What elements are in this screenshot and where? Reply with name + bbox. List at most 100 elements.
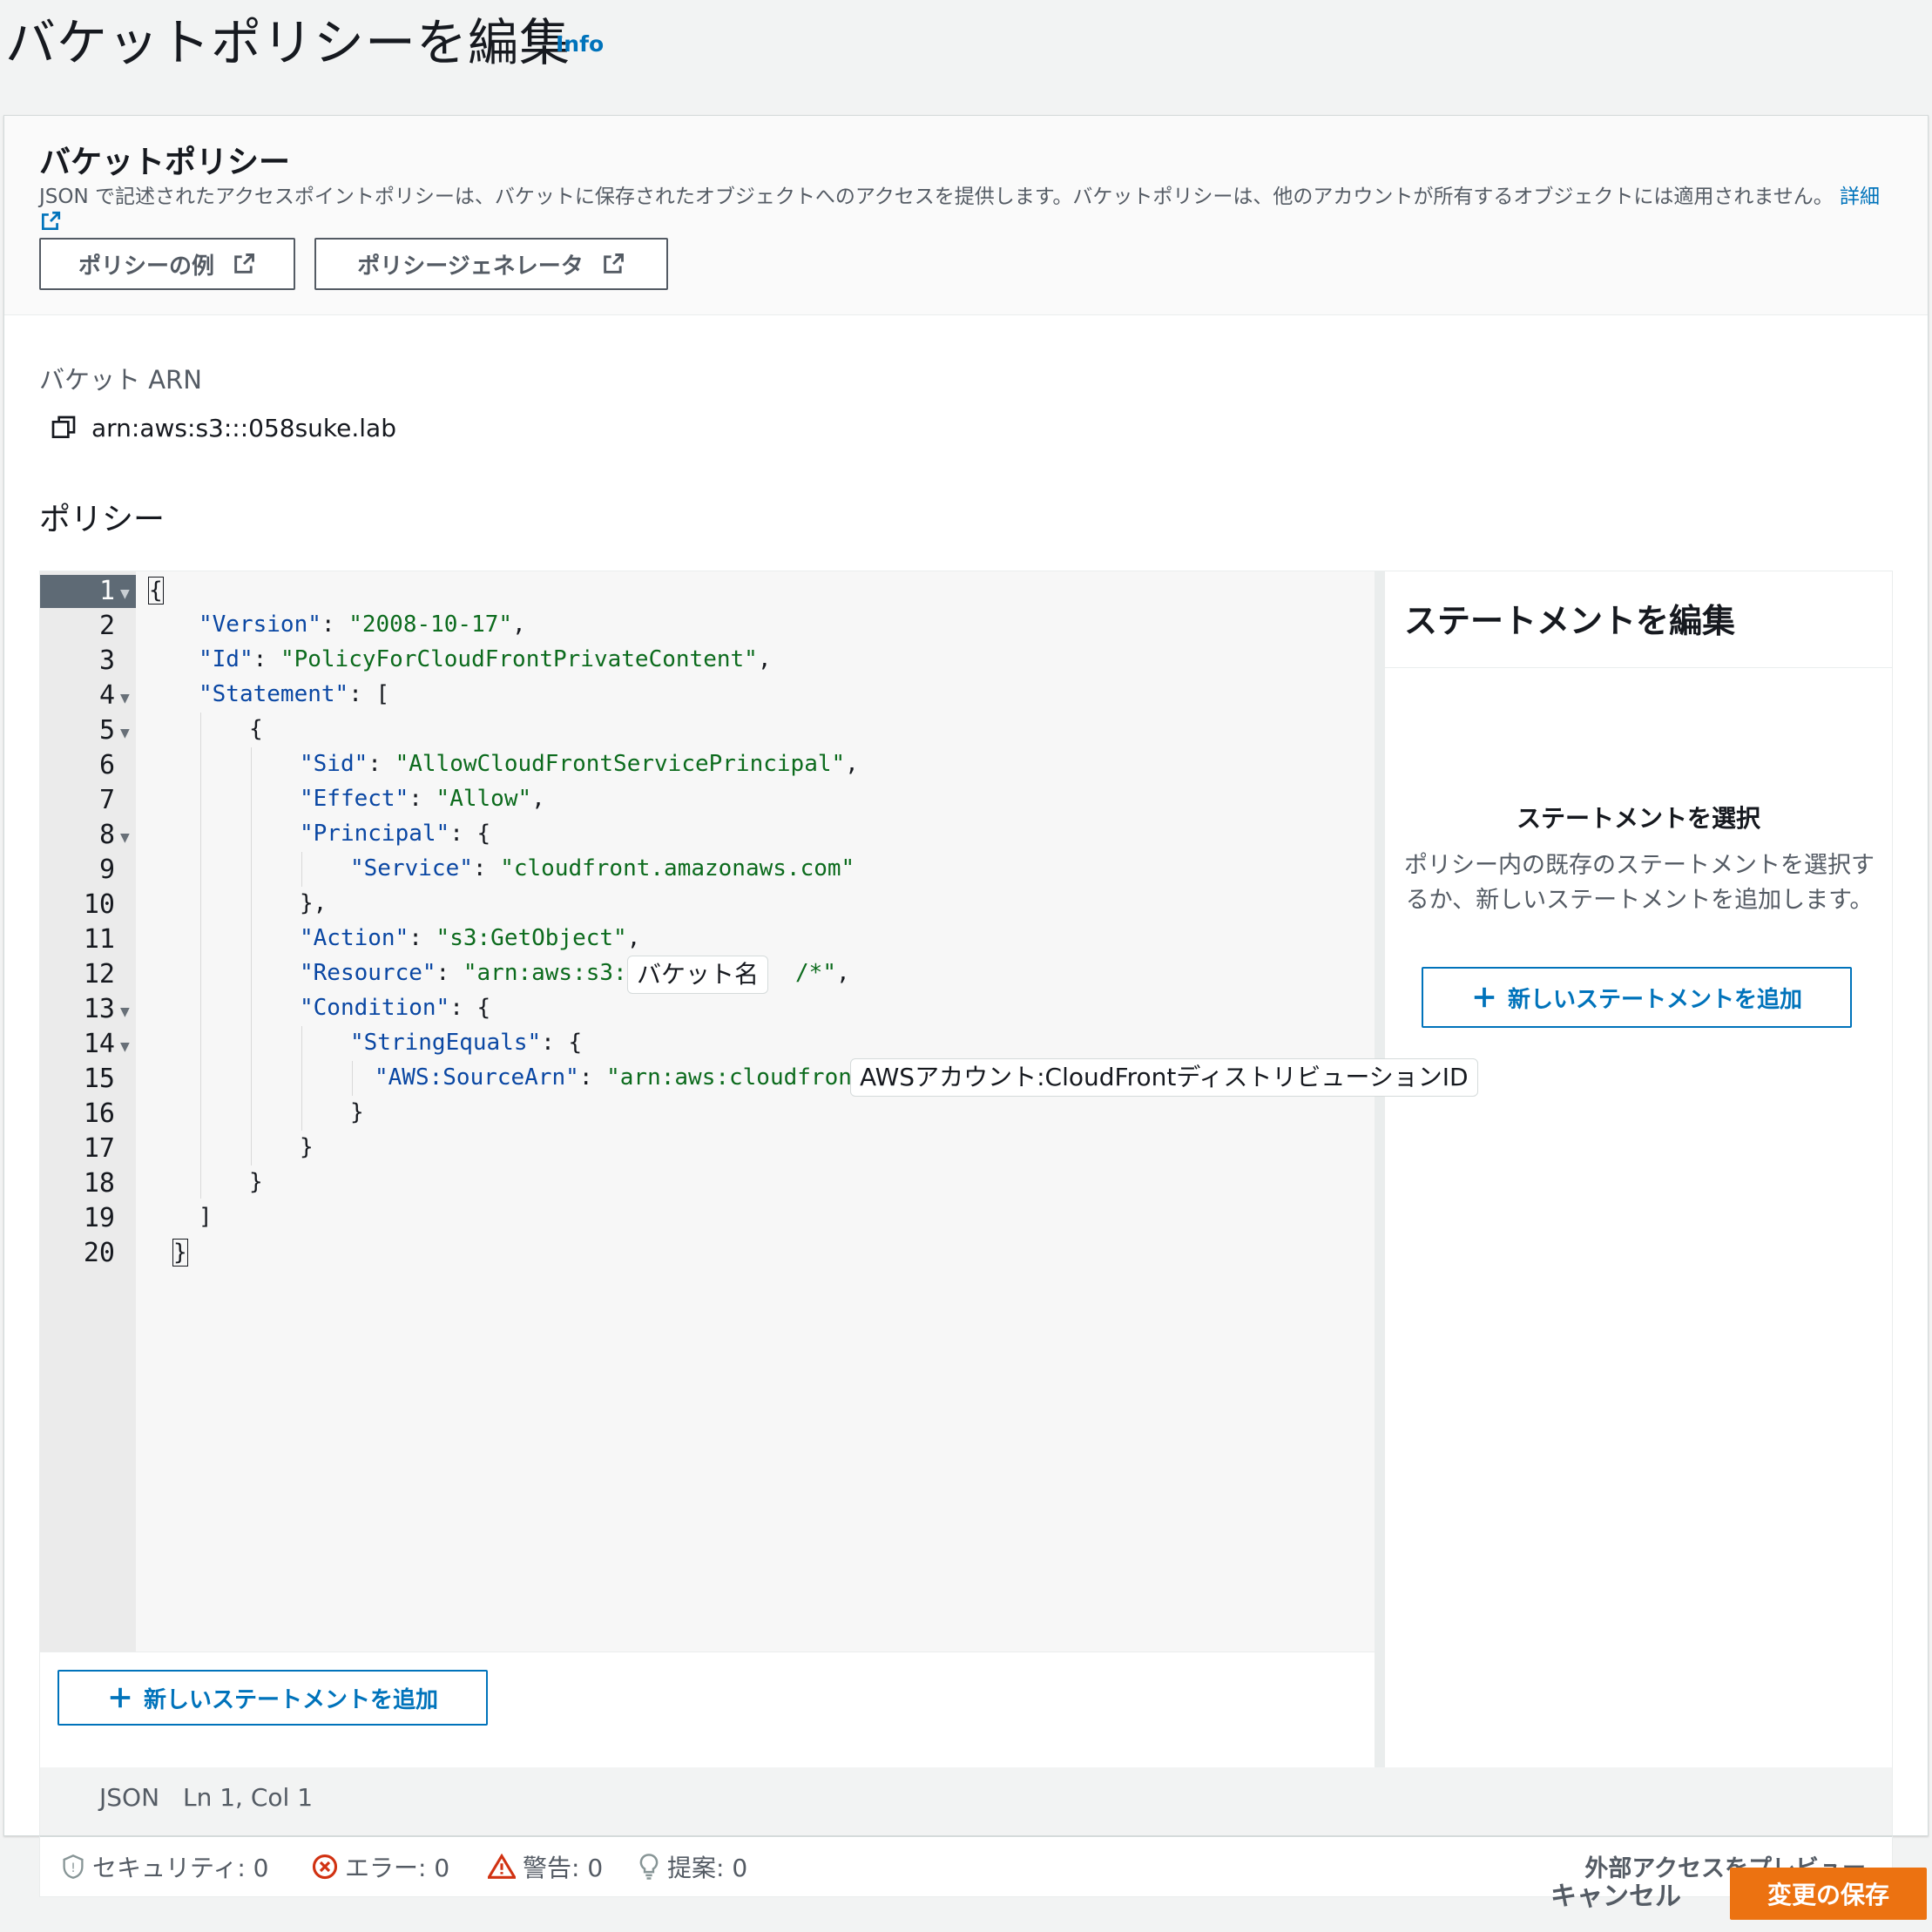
plus-icon (110, 1687, 131, 1708)
code-line: "Effect": "Allow", (300, 786, 545, 812)
json-value: "2008-10-17" (348, 611, 513, 638)
line-number: 5 (98, 715, 115, 746)
fold-arrow-icon[interactable]: ▼ (120, 1005, 130, 1019)
json-key: "Action" (300, 925, 409, 951)
side-add-statement-button[interactable]: 新しいステートメントを追加 (1422, 967, 1852, 1028)
json-key: "Sid" (300, 751, 368, 777)
policy-label: ポリシー (39, 502, 166, 537)
code-line: } (249, 1169, 263, 1195)
security-label: セキュリティ: 0 (92, 1854, 269, 1882)
divider (1385, 667, 1892, 668)
lightbulb-icon (639, 1854, 659, 1880)
json-value: /*" (795, 960, 836, 986)
policy-examples-label: ポリシーの例 (78, 253, 214, 280)
json-value: "arn:aws:s3::: (463, 960, 655, 986)
line-number: 11 (83, 924, 115, 955)
policy-generator-label: ポリシージェネレータ (357, 253, 584, 280)
security-findings[interactable]: ! セキュリティ: 0 (61, 1849, 268, 1884)
fold-arrow-icon[interactable]: ▼ (120, 1040, 130, 1054)
svg-text:!: ! (71, 1861, 76, 1875)
editor-status-bar: JSON Ln 1, Col 1 (39, 1767, 1893, 1835)
line-number: 16 (83, 1098, 115, 1129)
json-value: "AllowCloudFrontServicePrincipal" (395, 751, 846, 777)
line-number: 18 (83, 1168, 115, 1199)
page-title: バケットポリシーを編集 (5, 13, 571, 72)
json-key: "AWS:SourceArn" (375, 1064, 579, 1091)
line-number: 14 (83, 1029, 115, 1059)
error-label: エラー: 0 (345, 1854, 450, 1882)
warning-label: 警告: 0 (523, 1854, 604, 1882)
policy-editor: 1 2 3 4 5 6 7 8 9 10 11 12 13 14 15 16 1… (39, 571, 1893, 1781)
json-key: "StringEquals" (350, 1030, 542, 1056)
json-key: "Condition" (300, 995, 450, 1021)
plus-icon (1474, 987, 1495, 1008)
json-punct: : { (449, 995, 491, 1021)
code-line: "StringEquals": { (350, 1030, 582, 1056)
external-link-icon (41, 211, 61, 231)
json-value: "s3:GetObject" (436, 925, 627, 951)
warning-findings[interactable]: 警告: 0 (488, 1849, 603, 1884)
policy-examples-button[interactable]: ポリシーの例 (39, 238, 295, 290)
json-punct: : { (449, 821, 491, 847)
json-key: "Version" (199, 611, 321, 638)
statement-side-panel: ステートメントを編集 ステートメントを選択 ポリシー内の既存のステートメントを選… (1385, 571, 1892, 1780)
external-link-icon (234, 253, 254, 274)
line-number: 9 (98, 855, 115, 885)
json-value: "PolicyForCloudFrontPrivateContent" (280, 646, 758, 672)
json-key: "Effect" (300, 786, 409, 812)
add-statement-button[interactable]: 新しいステートメントを追加 (57, 1670, 488, 1726)
line-number: 8 (98, 820, 115, 850)
fold-arrow-icon[interactable]: ▼ (120, 831, 130, 845)
line-number: 20 (83, 1238, 115, 1268)
policy-generator-button[interactable]: ポリシージェネレータ (314, 238, 668, 290)
error-findings[interactable]: エラー: 0 (312, 1849, 449, 1884)
save-changes-button[interactable]: 変更の保存 (1730, 1868, 1927, 1920)
error-icon (312, 1854, 338, 1880)
json-key: "Principal" (300, 821, 450, 847)
details-link-label: 詳細 (1840, 186, 1881, 208)
code-line: "Condition": { (300, 995, 490, 1021)
indent-guide (200, 713, 201, 1199)
line-number: 12 (83, 959, 115, 990)
line-number: 1 (98, 576, 115, 606)
bucket-name-placeholder[interactable]: バケット名 (627, 956, 769, 994)
distribution-id-placeholder[interactable]: AWSアカウント:CloudFrontディストリビューションID (850, 1058, 1478, 1097)
add-statement-label: 新しいステートメントを追加 (143, 1686, 438, 1713)
side-panel-description: ポリシー内の既存のステートメントを選択するか、新しいステートメントを追加します。 (1404, 852, 1875, 914)
code-line: "Action": "s3:GetObject", (300, 925, 641, 951)
info-link[interactable]: Info (556, 31, 604, 57)
panel-splitter[interactable] (1375, 571, 1385, 1780)
policy-panel-header: バケットポリシー JSON で記述されたアクセスポイントポリシーは、バケットに保… (4, 116, 1928, 315)
code-line: "Sid": "AllowCloudFrontServicePrincipal"… (300, 751, 859, 777)
cursor-position: Ln 1, Col 1 (183, 1783, 314, 1812)
panel-description-text: JSON で記述されたアクセスポイントポリシーは、バケットに保存されたオブジェク… (39, 186, 1834, 208)
language-indicator: JSON (99, 1783, 160, 1812)
cancel-button[interactable]: キャンセル (1550, 1875, 1681, 1913)
fold-arrow-icon[interactable]: ▼ (120, 726, 130, 740)
editor-add-bar: 新しいステートメントを追加 (40, 1652, 1375, 1781)
copy-icon[interactable] (50, 414, 78, 442)
fold-arrow-icon[interactable]: ▼ (120, 692, 130, 706)
code-line: "Statement": [ (199, 681, 389, 707)
code-line: } (350, 1099, 364, 1125)
line-number: 6 (98, 750, 115, 780)
side-panel-title: ステートメントを編集 (1404, 602, 1736, 640)
line-number: 3 (98, 645, 115, 676)
external-link-icon (603, 253, 624, 274)
json-key: "Resource" (300, 960, 436, 986)
line-number: 4 (98, 680, 115, 711)
code-line: "Service": "cloudfront.amazonaws.com" (350, 855, 855, 882)
side-add-statement-label: 新しいステートメントを追加 (1507, 986, 1802, 1013)
indent-guide (301, 852, 302, 887)
indent-guide (251, 747, 252, 1165)
json-key: "Service" (350, 855, 473, 882)
fold-arrow-icon[interactable]: ▼ (120, 587, 130, 601)
code-line: }, (300, 890, 328, 916)
line-number: 13 (83, 994, 115, 1024)
code-line: ] (199, 1204, 213, 1230)
line-number: 10 (83, 889, 115, 920)
warning-icon (488, 1854, 516, 1879)
suggestion-findings[interactable]: 提案: 0 (638, 1849, 747, 1884)
code-editor[interactable]: 1 2 3 4 5 6 7 8 9 10 11 12 13 14 15 16 1… (40, 571, 1375, 1652)
suggestion-label: 提案: 0 (667, 1854, 748, 1882)
